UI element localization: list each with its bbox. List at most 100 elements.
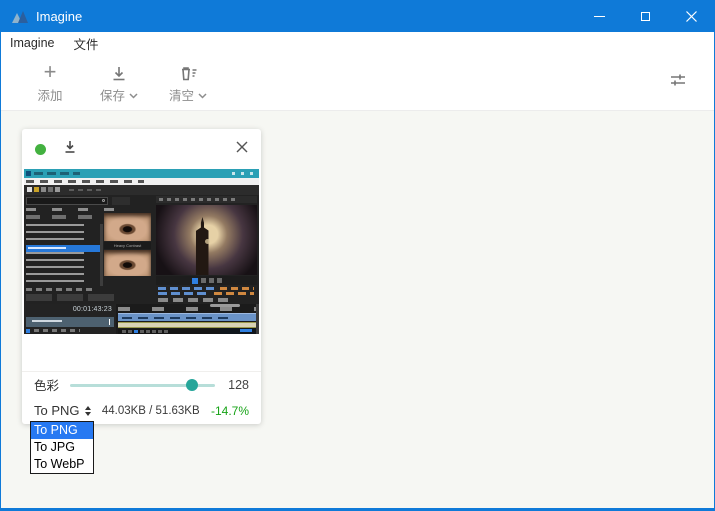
file-sizes: 44.03KB / 51.63KB (91, 405, 211, 417)
thumb-bottom-tabs (26, 294, 118, 301)
thumb-preview-toolbar-icons (159, 198, 239, 201)
thumb-track-header (26, 317, 114, 327)
thumb-transport-button (128, 330, 132, 333)
plus-icon: + (44, 60, 57, 82)
slider-handle[interactable] (186, 379, 198, 391)
save-button[interactable]: 保存 (97, 60, 141, 104)
thumb-video-clip (118, 313, 256, 321)
close-button[interactable] (668, 1, 714, 32)
thumb-search-icon (102, 199, 105, 202)
thumb-preset-list (26, 224, 84, 286)
slider-value: 128 (223, 378, 249, 392)
thumb-clip-label (122, 317, 232, 319)
thumb-toolbar-icon (55, 187, 60, 192)
thumb-track-play-icon (26, 329, 30, 333)
tune-icon (669, 71, 687, 89)
remove-image-button[interactable] (236, 140, 248, 158)
format-option-png[interactable]: To PNG (31, 422, 93, 439)
save-label: 保存 (100, 85, 125, 104)
thumb-timecode: 00:01:43:23 (73, 306, 112, 313)
logo-triangle-dark (18, 11, 28, 23)
thumb-status-text-orange (214, 292, 254, 295)
thumb-stop-button (209, 278, 214, 283)
minimize-icon (594, 16, 605, 17)
clear-label: 清空 (169, 85, 194, 104)
chevron-down-icon (129, 88, 138, 102)
color-slider-row: 色彩 128 (22, 371, 261, 397)
thumb-app-icon (26, 171, 31, 176)
thumb-status-text-blue (158, 292, 210, 295)
format-select[interactable]: To PNG (34, 403, 91, 418)
thumb-status-text-blue (158, 287, 216, 290)
status-dot (35, 144, 46, 155)
thumb-playback-controls (156, 276, 257, 285)
thumb-time-ruler (118, 307, 256, 311)
add-label: 添加 (37, 85, 62, 104)
toolbar: + 添加 保存 清空 (1, 54, 714, 111)
format-option-jpg[interactable]: To JPG (31, 439, 93, 456)
menu-file[interactable]: 文件 (73, 34, 98, 53)
app-logo-icon (12, 10, 29, 23)
thumb-selected-row (26, 245, 100, 252)
image-thumbnail[interactable]: Heavy Contrast (24, 169, 259, 334)
clear-button[interactable]: 清空 (166, 60, 210, 104)
add-button[interactable]: + 添加 (28, 60, 72, 104)
thumb-transport-button (140, 330, 144, 333)
thumb-toolbar-icon (27, 187, 32, 192)
close-icon (686, 11, 697, 22)
close-icon (236, 141, 248, 153)
thumb-toolbar-icon (41, 187, 46, 192)
slider-label: 色彩 (34, 375, 62, 394)
format-selected: To PNG (34, 403, 80, 418)
thumb-tab-row (26, 208, 130, 211)
thumb-preview-tabs (158, 298, 230, 302)
thumb-track-label (32, 320, 62, 322)
thumb-status-text-orange (220, 287, 254, 290)
download-icon (63, 140, 77, 154)
thumb-toolbar-icon (34, 187, 39, 192)
minimize-button[interactable] (576, 1, 622, 32)
thumb-menubar (24, 178, 259, 185)
thumb-title-text (34, 172, 80, 175)
thumb-eye-preview-bottom (104, 250, 151, 276)
thumb-video-preview (156, 205, 257, 275)
thumb-preset-caption: Heavy Contrast (104, 242, 151, 249)
thumb-toolbar (24, 185, 259, 195)
card-footer: To PNG 44.03KB / 51.63KB -14.7% (22, 397, 261, 424)
menubar: Imagine 文件 (1, 32, 714, 54)
maximize-icon (641, 12, 650, 21)
thumb-timeline: 00:01:43:23 (24, 304, 259, 334)
format-dropdown: To PNG To JPG To WebP (30, 421, 94, 474)
thumb-selected-text (28, 247, 66, 249)
maximize-button[interactable] (622, 1, 668, 32)
savings-percent: -14.7% (211, 404, 249, 418)
thumb-play-button (192, 278, 198, 284)
titlebar: Imagine (1, 1, 714, 32)
thumb-timecode-panel: 00:01:43:23 (24, 304, 116, 334)
thumb-loop-button (217, 278, 222, 283)
thumb-search-box (26, 197, 108, 205)
card-spacer (22, 334, 261, 371)
card-header (22, 129, 261, 169)
thumb-transport-button (146, 330, 150, 333)
trash-icon (180, 60, 197, 82)
color-slider[interactable] (70, 379, 215, 391)
thumb-content: Heavy Contrast (24, 195, 259, 304)
thumb-transport-button (122, 330, 126, 333)
thumb-eye-preview-top (104, 213, 151, 241)
thumb-timeline-scrollbar (256, 304, 259, 334)
menu-imagine[interactable]: Imagine (10, 36, 54, 50)
thumb-menu-items (26, 180, 144, 183)
thumb-track-fader (109, 319, 110, 325)
chevron-down-icon (198, 88, 207, 102)
thumb-search-side (112, 197, 130, 205)
save-image-button[interactable] (63, 140, 77, 159)
settings-button[interactable] (669, 71, 687, 94)
thumb-transport-button (164, 330, 168, 333)
format-option-webp[interactable]: To WebP (31, 456, 93, 473)
thumb-toolbar-icon (48, 187, 53, 192)
thumb-window-buttons (232, 172, 256, 175)
thumb-rate-label (34, 329, 80, 332)
app-window: Imagine Imagine 文件 + 添加 保存 (0, 0, 715, 511)
window-title: Imagine (36, 9, 82, 24)
